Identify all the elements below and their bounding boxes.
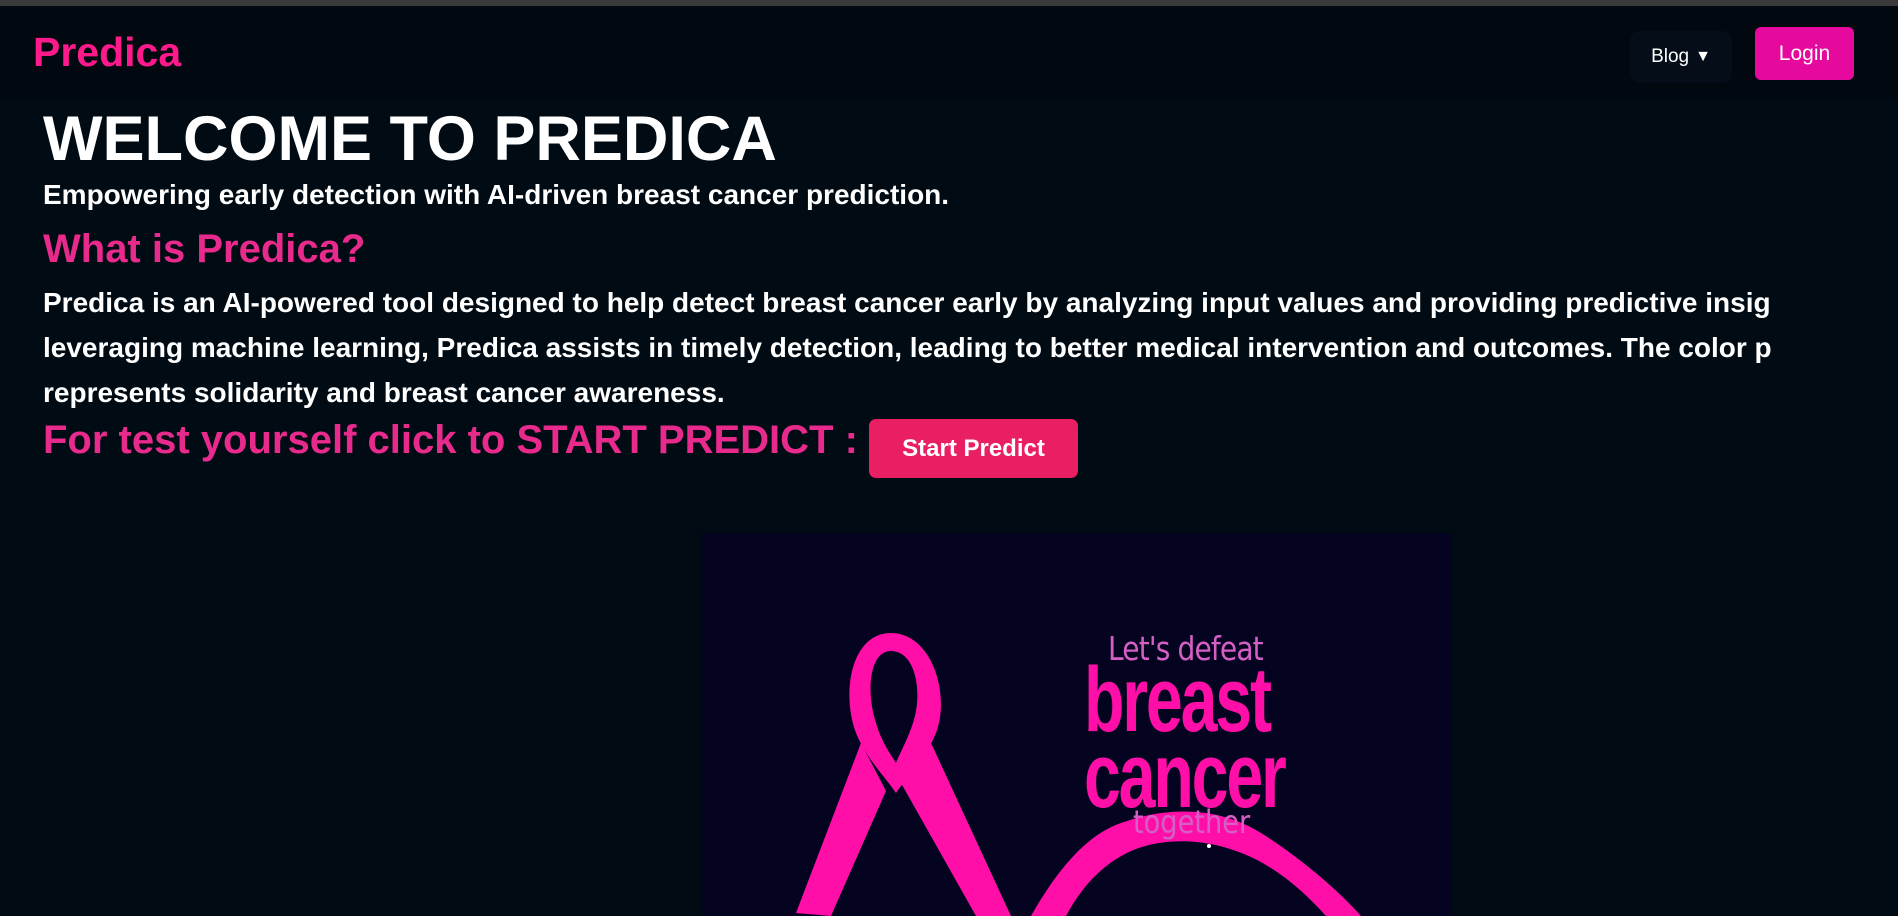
- navbar: Predica Blog ▼ Login: [0, 6, 1898, 98]
- hero-subtitle: Empowering early detection with AI-drive…: [43, 179, 950, 210]
- blog-label: Blog: [1651, 46, 1690, 67]
- about-line-2: leveraging machine learning, Predica ass…: [43, 332, 1772, 363]
- caret-down-icon: ▼: [1695, 48, 1711, 65]
- start-predict-button[interactable]: Start Predict: [869, 419, 1078, 478]
- hero-title: WELCOME TO PREDICA: [43, 104, 777, 174]
- poster-text-line4: together: [1133, 803, 1251, 841]
- awareness-poster-image: Let's defeat breast cancer together: [701, 533, 1451, 916]
- brand-logo[interactable]: Predica: [33, 28, 181, 77]
- cta-row: For test yourself click to START PREDICT…: [43, 418, 858, 463]
- awareness-ribbon-icon: [796, 633, 1361, 916]
- blog-dropdown-button[interactable]: Blog ▼: [1630, 31, 1732, 83]
- about-heading: What is Predica?: [43, 227, 366, 271]
- about-line-3: represents solidarity and breast cancer …: [43, 377, 725, 408]
- login-button[interactable]: Login: [1755, 27, 1854, 80]
- about-text: Predica is an AI-powered tool designed t…: [43, 280, 1898, 415]
- cta-text: For test yourself click to START PREDICT…: [43, 418, 858, 462]
- about-line-1: Predica is an AI-powered tool designed t…: [43, 287, 1771, 318]
